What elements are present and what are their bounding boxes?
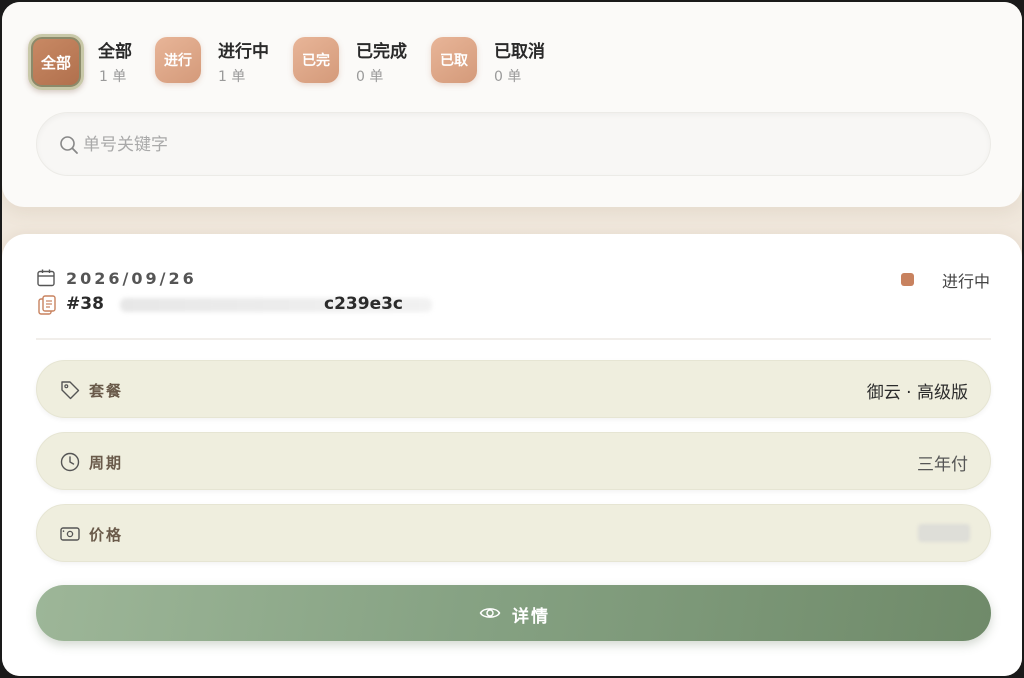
search-icon: [60, 136, 78, 154]
filter-cancelled-badge: 已取: [431, 37, 477, 83]
filter-completed-count: 0 单: [356, 69, 384, 85]
filter-panel: 全部 全部 1 单 进行 进行中 1 单 已完 已完成 0 单 已取 已取消 0…: [2, 2, 1022, 207]
eye-icon: [479, 608, 501, 618]
divider: [36, 338, 991, 340]
clock-icon: [60, 452, 80, 472]
order-status-label: 进行中: [941, 272, 990, 291]
price-value-redacted: [918, 524, 970, 542]
filter-all-count: 1 单: [99, 69, 127, 85]
filter-all-label: 全部: [98, 42, 132, 62]
filter-in-progress-badge: 进行: [155, 37, 201, 83]
app-frame: 全部 全部 1 单 进行 进行中 1 单 已完 已完成 0 单 已取 已取消 0…: [2, 2, 1022, 676]
order-number-prefix: #38: [66, 294, 104, 314]
wallet-icon: [60, 527, 80, 541]
filter-cancelled-label: 已取消: [494, 42, 545, 62]
search-input[interactable]: [83, 127, 963, 163]
clipboard-icon: [38, 295, 56, 315]
filter-in-progress-count: 1 单: [218, 69, 246, 85]
period-row: 周期 三年付: [36, 432, 991, 490]
status-dot: [901, 273, 914, 286]
period-value: 三年付: [917, 455, 968, 475]
filter-completed-label: 已完成: [356, 42, 407, 62]
detail-button-label: 详情: [512, 607, 550, 627]
price-label: 价格: [89, 526, 124, 544]
tag-icon: [61, 381, 80, 400]
plan-row: 套餐 御云 · 高级版: [36, 360, 991, 418]
calendar-icon: [37, 269, 55, 287]
filter-all-badge: 全部: [28, 34, 84, 90]
filter-in-progress-label: 进行中: [218, 42, 269, 62]
period-label: 周期: [89, 454, 124, 472]
detail-button[interactable]: 详情: [36, 585, 991, 641]
filter-cancelled-count: 0 单: [494, 69, 522, 85]
filter-completed-badge: 已完: [293, 37, 339, 83]
price-row: 价格: [36, 504, 991, 562]
order-number-suffix: c239e3c: [324, 294, 403, 314]
order-date-text: 2026/09/26: [66, 269, 197, 288]
search-box: [36, 112, 991, 176]
plan-label: 套餐: [89, 382, 124, 400]
plan-value: 御云 · 高级版: [866, 383, 968, 403]
